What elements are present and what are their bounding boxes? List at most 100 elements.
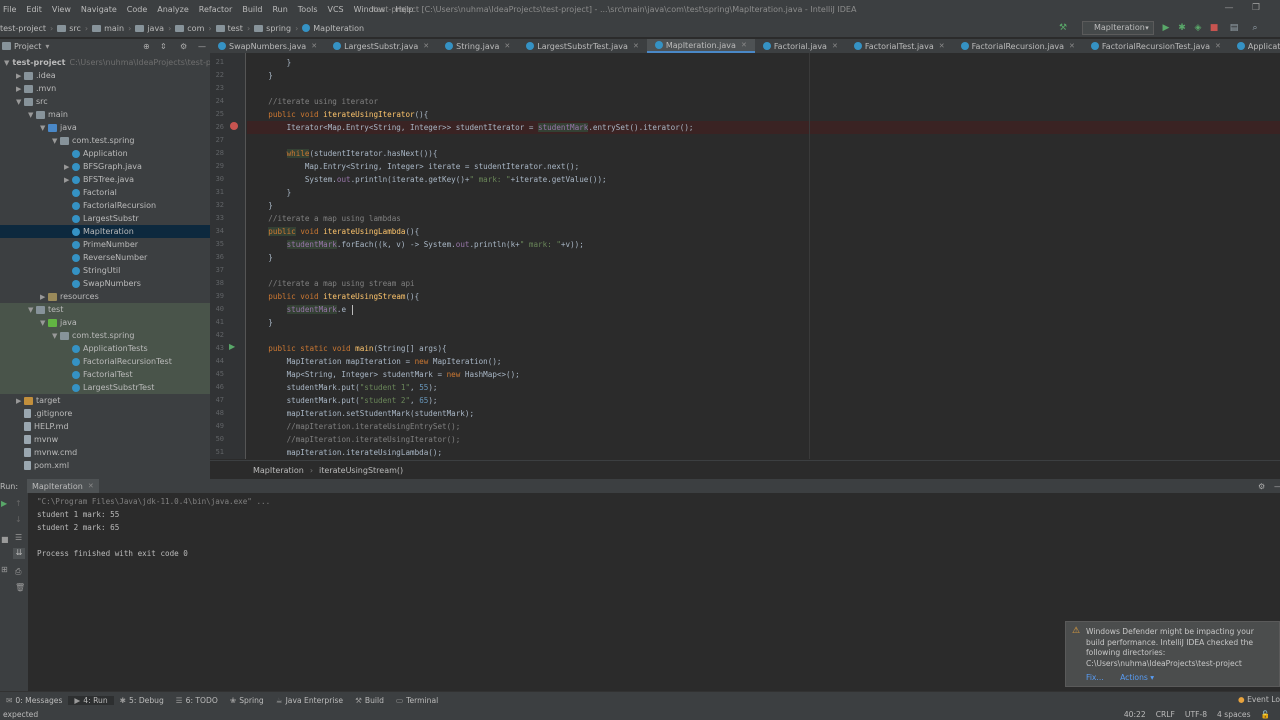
run-tab[interactable]: MapIteration ✕ (27, 479, 99, 493)
menu-analyze[interactable]: Analyze (152, 5, 194, 14)
close-icon[interactable]: ✕ (633, 42, 639, 50)
breadcrumb-method[interactable]: iterateUsingStream() (319, 466, 403, 475)
code-line[interactable]: public void iterateUsingIterator(){ (247, 108, 1280, 121)
collapsed-arrow-icon[interactable]: ▶ (64, 176, 72, 184)
close-icon[interactable]: ✕ (311, 42, 317, 50)
code-line[interactable]: studentMark.put("student 2", 65); (247, 394, 1280, 407)
hide-panel-icon[interactable]: — (198, 42, 206, 51)
code-line[interactable]: } (247, 316, 1280, 329)
code-line[interactable]: Map<String, Integer> studentMark = new H… (247, 368, 1280, 381)
close-icon[interactable]: ✕ (1215, 42, 1221, 50)
tree-item[interactable]: ▼ java (0, 121, 210, 134)
code-line[interactable] (247, 82, 1280, 95)
close-icon[interactable]: ✕ (504, 42, 510, 50)
tree-item[interactable]: ▼ src (0, 95, 210, 108)
tool-window-terminal[interactable]: ▭ Terminal (390, 696, 444, 705)
close-icon[interactable]: ✕ (741, 41, 747, 49)
tree-item[interactable]: ▼ com.test.spring (0, 134, 210, 147)
tree-item[interactable]: ▼ java (0, 316, 210, 329)
lock-icon[interactable]: 🔓 (1261, 710, 1270, 719)
tree-item[interactable]: MapIteration (0, 225, 210, 238)
tree-item[interactable]: HELP.md (0, 420, 210, 433)
menu-refactor[interactable]: Refactor (194, 5, 238, 14)
tree-item[interactable]: Application (0, 147, 210, 160)
tree-item[interactable]: LargestSubstr (0, 212, 210, 225)
editor-tab[interactable]: Factorial.java ✕ (755, 39, 846, 53)
chevron-down-icon[interactable]: ▾ (1142, 23, 1152, 33)
debug-icon[interactable]: ✱ (1177, 23, 1187, 33)
menu-vcs[interactable]: VCS (323, 5, 349, 14)
breadcrumb-item[interactable]: test › (215, 24, 250, 33)
tool-window-spring[interactable]: ❀ Spring (224, 696, 270, 705)
code-line[interactable] (247, 329, 1280, 342)
code-line[interactable]: //mapIteration.iterateUsingEntrySet(); (247, 420, 1280, 433)
locate-icon[interactable]: ⊕ (143, 42, 150, 51)
code-line[interactable]: } (247, 251, 1280, 264)
close-icon[interactable]: ✕ (423, 42, 429, 50)
code-line[interactable]: //iterate a map using stream api (247, 277, 1280, 290)
close-icon[interactable]: ✕ (939, 42, 945, 50)
fix-link[interactable]: Fix... (1086, 673, 1104, 682)
code-line[interactable]: studentMark.e (247, 303, 1280, 316)
code-line[interactable]: Map.Entry<String, Integer> iterate = stu… (247, 160, 1280, 173)
search-icon[interactable]: ⌕ (1250, 23, 1260, 33)
editor-tab[interactable]: ApplicationTests.java✕ (1229, 39, 1280, 53)
tree-item[interactable]: StringUtil (0, 264, 210, 277)
run-icon[interactable]: ▶ (1161, 23, 1171, 33)
coverage-icon[interactable]: ◈ (1193, 23, 1203, 33)
pin-icon[interactable]: ⊞ (1, 565, 8, 574)
breadcrumb-item[interactable]: main › (92, 24, 131, 33)
expanded-arrow-icon[interactable]: ▼ (28, 306, 36, 314)
menu-build[interactable]: Build (237, 5, 267, 14)
code-line[interactable]: //iterate using iterator (247, 95, 1280, 108)
tree-item[interactable]: ▼ test (0, 303, 210, 316)
menu-file[interactable]: File (0, 5, 21, 14)
gear-icon[interactable]: ⚙ (1258, 482, 1265, 491)
build-hammer-icon[interactable]: ⚒ (1058, 23, 1068, 33)
gear-icon[interactable]: ⚙ (180, 42, 187, 51)
expanded-arrow-icon[interactable]: ▼ (4, 59, 9, 67)
editor-tab[interactable]: String.java ✕ (437, 39, 518, 53)
tree-item[interactable]: ▼ test-project C:\Users\nuhma\IdeaProjects… (0, 56, 210, 69)
code-line[interactable]: MapIteration mapIteration = new MapItera… (247, 355, 1280, 368)
tree-item[interactable]: ▶ resources (0, 290, 210, 303)
expanded-arrow-icon[interactable]: ▼ (40, 319, 48, 327)
tree-item[interactable]: ApplicationTests (0, 342, 210, 355)
breadcrumb-item[interactable]: MapIteration (302, 24, 364, 33)
expanded-arrow-icon[interactable]: ▼ (52, 332, 60, 340)
wrap-icon[interactable]: ☰ (15, 533, 22, 542)
tree-item[interactable]: FactorialRecursionTest (0, 355, 210, 368)
indent-setting[interactable]: 4 spaces (1217, 710, 1250, 719)
menu-tools[interactable]: Tools (293, 5, 323, 14)
tree-item[interactable]: ▶ BFSTree.java (0, 173, 210, 186)
code-line[interactable]: } (247, 56, 1280, 69)
tree-item[interactable]: ▼ com.test.spring (0, 329, 210, 342)
maximize-icon[interactable]: ❐ (1249, 3, 1263, 15)
scroll-up-icon[interactable]: ↑ (15, 499, 22, 508)
tool-window-java-enterprise[interactable]: ☕ Java Enterprise (270, 696, 349, 705)
code-line[interactable]: //iterate a map using lambdas (247, 212, 1280, 225)
breadcrumb-item[interactable]: spring › (254, 24, 298, 33)
editor-tab[interactable]: MapIteration.java ✕ (646, 39, 755, 53)
editor-tab[interactable]: LargestSubstr.java ✕ (325, 39, 437, 53)
tree-item[interactable]: ▶ BFSGraph.java (0, 160, 210, 173)
tool-window-debug[interactable]: ✱ 5: Debug (114, 696, 170, 705)
tree-item[interactable]: Factorial (0, 186, 210, 199)
collapsed-arrow-icon[interactable]: ▶ (40, 293, 48, 301)
tree-item[interactable]: LargestSubstrTest (0, 381, 210, 394)
expanded-arrow-icon[interactable]: ▼ (40, 124, 48, 132)
code-line[interactable]: public void iterateUsingStream(){ (247, 290, 1280, 303)
file-encoding[interactable]: UTF-8 (1185, 710, 1207, 719)
tool-window-todo[interactable]: ☰ 6: TODO (170, 696, 224, 705)
code-line[interactable]: studentMark.forEach((k, v) -> System.out… (247, 238, 1280, 251)
print-icon[interactable]: ⎙ (15, 567, 21, 577)
tool-window-messages[interactable]: ✉ 0: Messages (0, 696, 68, 705)
stop-icon[interactable]: ■ (1, 535, 9, 544)
tree-item[interactable]: mvnw.cmd (0, 446, 210, 459)
editor-tab[interactable]: LargestSubstrTest.java ✕ (518, 39, 647, 53)
code-line[interactable]: System.out.println(iterate.getKey()+" ma… (247, 173, 1280, 186)
tree-item[interactable]: FactorialRecursion (0, 199, 210, 212)
collapsed-arrow-icon[interactable]: ▶ (64, 163, 72, 171)
tree-item[interactable]: ▶ .idea (0, 69, 210, 82)
stop-icon[interactable]: ■ (1209, 23, 1219, 33)
